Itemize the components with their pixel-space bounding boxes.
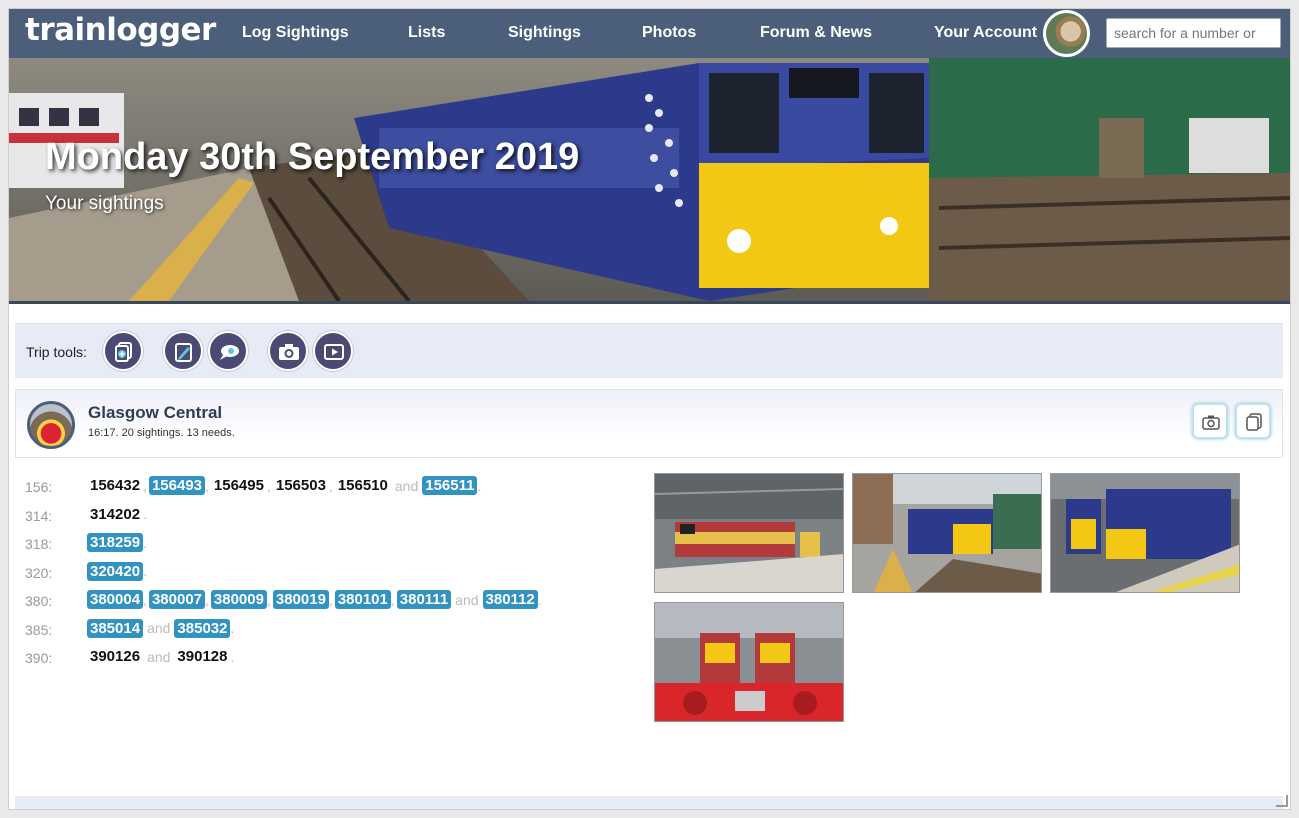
photo-thumbnail[interactable] xyxy=(1050,473,1240,593)
comma-separator: , xyxy=(328,591,333,608)
comment-button[interactable] xyxy=(208,331,248,371)
end-period: . xyxy=(143,534,147,551)
photo-image xyxy=(655,603,843,721)
trip-tools-bar: Trip tools: xyxy=(15,323,1283,378)
add-sighting-icon xyxy=(115,342,132,362)
needed-unit-badge[interactable]: 156511 xyxy=(422,476,478,495)
hero-banner: Monday 30th September 2019 Your sighting… xyxy=(9,58,1290,301)
needed-unit-badge[interactable]: 380007 xyxy=(148,590,206,609)
user-avatar[interactable] xyxy=(1043,10,1090,57)
camera-icon xyxy=(279,344,299,360)
nav-log-sightings[interactable]: Log Sightings xyxy=(242,24,349,42)
unit-number[interactable]: 390126 xyxy=(87,647,143,666)
needed-unit-badge[interactable]: 156493 xyxy=(148,476,206,495)
class-label: 320: xyxy=(25,564,53,581)
unit-number[interactable]: 156503 xyxy=(273,476,329,495)
nav-lists[interactable]: Lists xyxy=(408,24,445,42)
photo-thumbnail[interactable] xyxy=(654,473,844,593)
needed-unit-badge[interactable]: 385014 xyxy=(87,618,144,638)
unit-numbers: 314202. xyxy=(87,505,149,524)
end-period: . xyxy=(230,648,235,665)
hero-divider xyxy=(9,301,1290,304)
comma-separator: , xyxy=(266,591,271,608)
page-footer-strip xyxy=(15,796,1283,809)
comma-separator: , xyxy=(390,591,395,608)
needed-unit-badge[interactable]: 380101 xyxy=(334,590,391,609)
end-period: . xyxy=(143,563,147,579)
add-sighting-button[interactable] xyxy=(103,331,143,371)
and-separator: and xyxy=(147,620,171,636)
end-period: . xyxy=(537,591,542,608)
and-separator: and xyxy=(147,648,171,665)
photo-button[interactable] xyxy=(268,331,308,371)
location-avatar[interactable] xyxy=(27,401,75,449)
page-subtitle: Your sightings xyxy=(45,193,164,214)
end-period: . xyxy=(230,620,235,636)
needed-unit-badge[interactable]: 320420 xyxy=(87,561,144,581)
nav-photos[interactable]: Photos xyxy=(642,24,696,42)
photo-image xyxy=(1051,474,1239,592)
location-add-button[interactable] xyxy=(1235,403,1271,439)
comment-icon xyxy=(220,345,239,360)
camera-icon xyxy=(1202,415,1220,430)
end-period: . xyxy=(477,477,482,494)
class-label: 156: xyxy=(25,479,53,495)
unit-numbers: 380004, 380007, 380009, 380019, 380101, 38011… xyxy=(87,590,544,609)
unit-numbers: 390126 and 390128. xyxy=(87,647,236,666)
unit-numbers: 318259. xyxy=(87,533,149,552)
and-separator: and xyxy=(394,477,419,494)
photo-thumbnail[interactable] xyxy=(852,473,1042,593)
class-label: 380: xyxy=(25,593,53,609)
needed-unit-badge[interactable]: 380111 xyxy=(396,590,452,609)
needed-unit-badge[interactable]: 380112 xyxy=(482,590,538,609)
photo-image xyxy=(655,474,843,592)
unit-number[interactable]: 156432 xyxy=(87,476,143,495)
needed-unit-badge[interactable]: 380004 xyxy=(87,590,144,609)
nav-your-account[interactable]: Your Account xyxy=(934,24,1037,42)
class-label: 318: xyxy=(25,536,53,552)
location-name[interactable]: Glasgow Central xyxy=(88,403,222,423)
location-photo-button[interactable] xyxy=(1192,403,1228,439)
nav-sightings[interactable]: Sightings xyxy=(508,24,581,42)
search-input[interactable] xyxy=(1106,18,1281,48)
page-frame: trainlogger Log Sightings Lists Sighting… xyxy=(8,8,1291,810)
location-meta: 16:17. 20 sightings. 13 needs. xyxy=(88,427,235,439)
unit-number[interactable]: 314202 xyxy=(87,505,143,524)
needed-unit-badge[interactable]: 385032 xyxy=(174,618,231,638)
unit-numbers: 320420. xyxy=(87,561,149,581)
edit-icon xyxy=(175,343,192,362)
trip-tools-label: Trip tools: xyxy=(26,344,87,360)
needed-unit-badge[interactable]: 380019 xyxy=(272,590,329,609)
hero-train-photo xyxy=(9,58,1290,301)
video-button[interactable] xyxy=(313,331,353,371)
unit-number[interactable]: 156495 xyxy=(211,476,267,495)
unit-number[interactable]: 156510 xyxy=(335,476,391,495)
needed-unit-badge[interactable]: 380009 xyxy=(210,590,267,609)
edit-trip-button[interactable] xyxy=(163,331,203,371)
class-label: 385: xyxy=(25,621,53,638)
and-separator: and xyxy=(455,591,479,608)
site-logo[interactable]: trainlogger xyxy=(25,12,216,48)
end-period: . xyxy=(143,506,147,522)
photo-thumbnail[interactable] xyxy=(654,602,844,722)
play-icon xyxy=(324,344,344,360)
class-label: 314: xyxy=(25,507,53,524)
copy-icon xyxy=(1246,413,1262,431)
resize-handle[interactable] xyxy=(1276,795,1288,807)
page-title: Monday 30th September 2019 xyxy=(45,136,580,178)
nav-forum-news[interactable]: Forum & News xyxy=(760,24,872,42)
top-nav: trainlogger Log Sightings Lists Sighting… xyxy=(9,9,1290,58)
photo-image xyxy=(853,474,1041,592)
class-label: 390: xyxy=(25,650,53,666)
unit-numbers: 156432, 156493, 156495, 156503, 156510 and 156… xyxy=(87,476,483,495)
needed-unit-badge[interactable]: 318259 xyxy=(87,533,144,552)
location-card: Glasgow Central 16:17. 20 sightings. 13 … xyxy=(15,389,1283,458)
unit-number[interactable]: 390128 xyxy=(174,647,230,666)
unit-numbers: 385014 and 385032. xyxy=(87,618,236,638)
